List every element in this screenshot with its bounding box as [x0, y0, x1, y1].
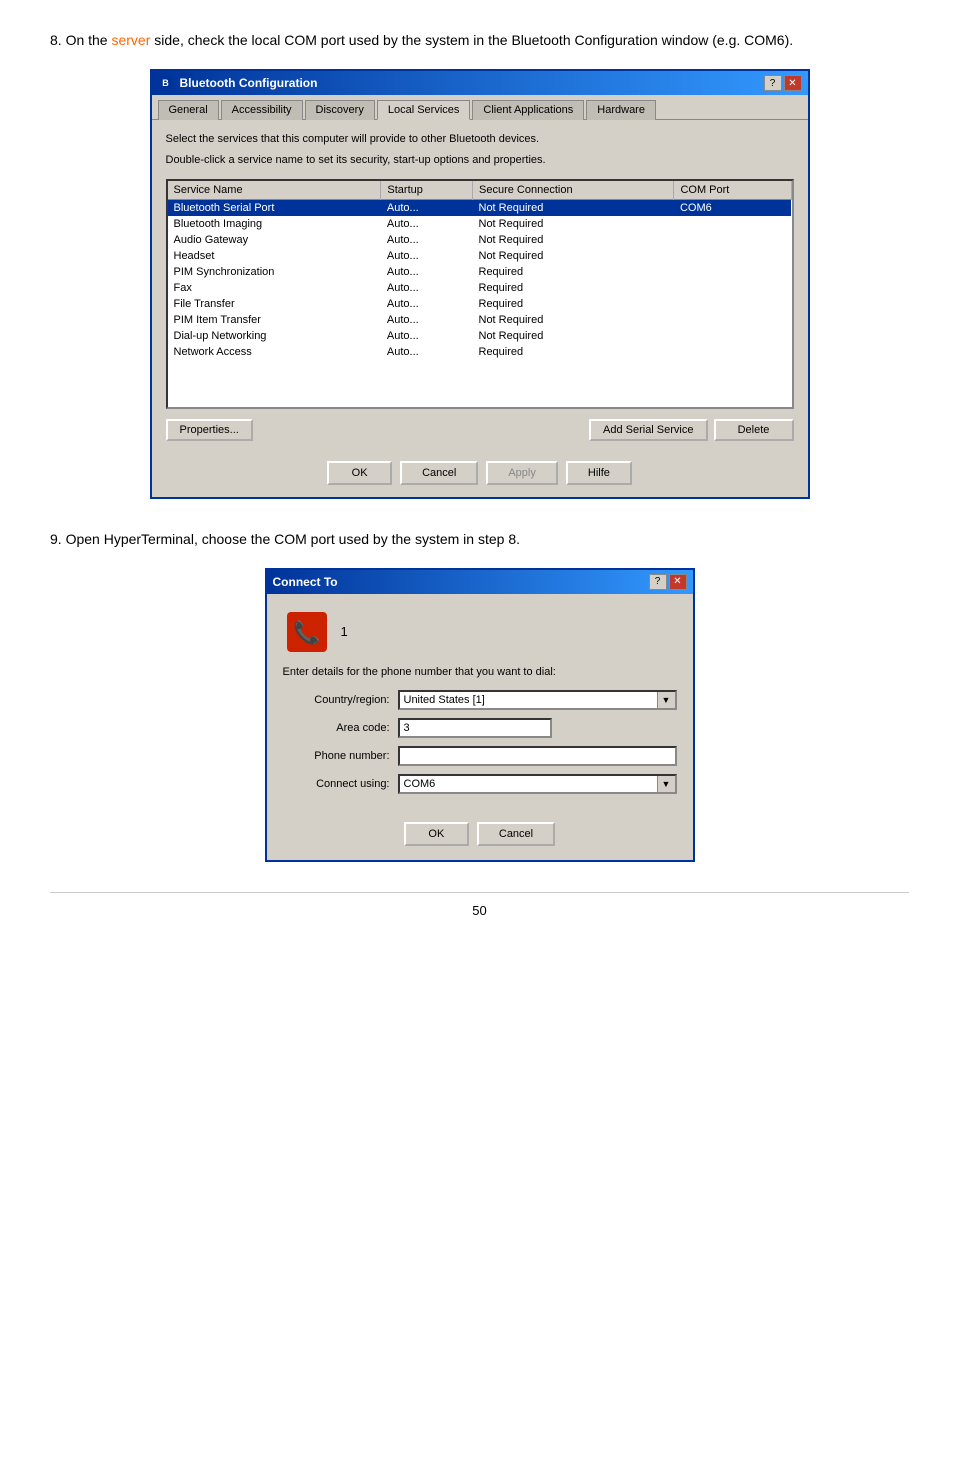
titlebar-controls: ? ✕ — [764, 75, 802, 91]
ct-country-row: Country/region: United States [1] ▼ — [283, 690, 677, 710]
col-com: COM Port — [674, 181, 791, 200]
ct-connect-arrow-icon: ▼ — [657, 776, 675, 792]
page-number: 50 — [50, 892, 909, 918]
step8-text: 8. On the server side, check the local C… — [50, 30, 909, 51]
apply-button[interactable]: Apply — [486, 461, 558, 485]
ct-connect-label: Connect using: — [283, 778, 398, 790]
ct-phone-input[interactable] — [398, 746, 677, 766]
bt-titlebar: B Bluetooth Configuration ? ✕ — [152, 71, 808, 95]
ct-dialog-container: Connect To ? ✕ 📞 1 Enter details for the… — [50, 568, 909, 862]
tab-client-applications[interactable]: Client Applications — [472, 100, 584, 120]
tab-discovery[interactable]: Discovery — [305, 100, 375, 120]
table-row[interactable]: Dial-up NetworkingAuto...Not Required — [168, 328, 792, 344]
step9-text: 9. Open HyperTerminal, choose the COM po… — [50, 529, 909, 550]
ct-phone-row2: Phone number: — [283, 746, 677, 766]
ct-dialog: Connect To ? ✕ 📞 1 Enter details for the… — [265, 568, 695, 862]
ct-help-button[interactable]: ? — [649, 574, 667, 590]
bt-desc1: Select the services that this computer w… — [166, 132, 794, 147]
ct-dialog-title: Connect To — [273, 575, 338, 589]
ct-titlebar-controls: ? ✕ — [649, 574, 687, 590]
col-secure: Secure Connection — [473, 181, 674, 200]
add-serial-service-button[interactable]: Add Serial Service — [589, 419, 708, 441]
help-button[interactable]: ? — [764, 75, 782, 91]
close-button[interactable]: ✕ — [784, 75, 802, 91]
ct-footer: OK Cancel — [267, 816, 693, 860]
col-service-name: Service Name — [168, 181, 381, 200]
ct-country-select[interactable]: United States [1] ▼ — [398, 690, 677, 710]
cancel-button[interactable]: Cancel — [400, 461, 478, 485]
tab-local-services[interactable]: Local Services — [377, 100, 471, 120]
ct-country-arrow-icon: ▼ — [657, 692, 675, 708]
ct-connect-value: COM6 — [400, 777, 657, 791]
table-row[interactable]: Bluetooth ImagingAuto...Not Required — [168, 216, 792, 232]
server-word: server — [111, 32, 150, 48]
phone-icon: 📞 — [283, 608, 331, 656]
ct-phone-label: Phone number: — [283, 750, 398, 762]
bt-dialog-footer: OK Cancel Apply Hilfe — [152, 453, 808, 497]
bt-service-table-wrapper: Service Name Startup Secure Connection C… — [166, 179, 794, 409]
ok-button[interactable]: OK — [327, 461, 392, 485]
svg-text:📞: 📞 — [293, 618, 321, 645]
ct-country-label: Country/region: — [283, 694, 398, 706]
table-row[interactable]: HeadsetAuto...Not Required — [168, 248, 792, 264]
hilfe-button[interactable]: Hilfe — [566, 461, 632, 485]
tab-accessibility[interactable]: Accessibility — [221, 100, 303, 120]
ct-country-value: United States [1] — [400, 693, 657, 707]
tab-hardware[interactable]: Hardware — [586, 100, 656, 120]
ct-titlebar-title: Connect To — [273, 575, 338, 589]
table-row[interactable]: FaxAuto...Required — [168, 280, 792, 296]
bt-desc2: Double-click a service name to set its s… — [166, 153, 794, 168]
tab-general[interactable]: General — [158, 100, 219, 120]
ct-body: 📞 1 Enter details for the phone number t… — [267, 594, 693, 816]
table-row[interactable]: PIM Item TransferAuto...Not Required — [168, 312, 792, 328]
ct-desc: Enter details for the phone number that … — [283, 666, 677, 678]
ct-area-label: Area code: — [283, 722, 398, 734]
ct-label-number: 1 — [341, 624, 348, 639]
bt-service-table: Service Name Startup Secure Connection C… — [168, 181, 792, 360]
bt-dialog: B Bluetooth Configuration ? ✕ General Ac… — [150, 69, 810, 499]
table-row[interactable]: PIM SynchronizationAuto...Required — [168, 264, 792, 280]
ct-area-input[interactable] — [398, 718, 552, 738]
ct-ok-button[interactable]: OK — [404, 822, 469, 846]
col-startup: Startup — [381, 181, 473, 200]
table-row[interactable]: File TransferAuto...Required — [168, 296, 792, 312]
bt-body: Select the services that this computer w… — [152, 120, 808, 453]
table-row[interactable]: Bluetooth Serial PortAuto...Not Required… — [168, 199, 792, 216]
ct-phone-row: 📞 1 — [283, 608, 677, 656]
ct-connect-select[interactable]: COM6 ▼ — [398, 774, 677, 794]
delete-button[interactable]: Delete — [714, 419, 794, 441]
ct-titlebar: Connect To ? ✕ — [267, 570, 693, 594]
bt-dialog-title: Bluetooth Configuration — [180, 76, 318, 90]
table-row[interactable]: Network AccessAuto...Required — [168, 344, 792, 360]
bt-titlebar-title: B Bluetooth Configuration — [158, 75, 318, 91]
ct-area-row: Area code: — [283, 718, 677, 738]
properties-button[interactable]: Properties... — [166, 419, 253, 441]
ct-close-button[interactable]: ✕ — [669, 574, 687, 590]
bt-logo-icon: B — [158, 75, 174, 91]
bt-bottom-btns: Properties... Add Serial Service Delete — [166, 419, 794, 441]
table-row[interactable]: Audio GatewayAuto...Not Required — [168, 232, 792, 248]
ct-cancel-button[interactable]: Cancel — [477, 822, 555, 846]
bt-dialog-container: B Bluetooth Configuration ? ✕ General Ac… — [50, 69, 909, 499]
ct-connect-row: Connect using: COM6 ▼ — [283, 774, 677, 794]
bt-tabs: General Accessibility Discovery Local Se… — [152, 95, 808, 120]
